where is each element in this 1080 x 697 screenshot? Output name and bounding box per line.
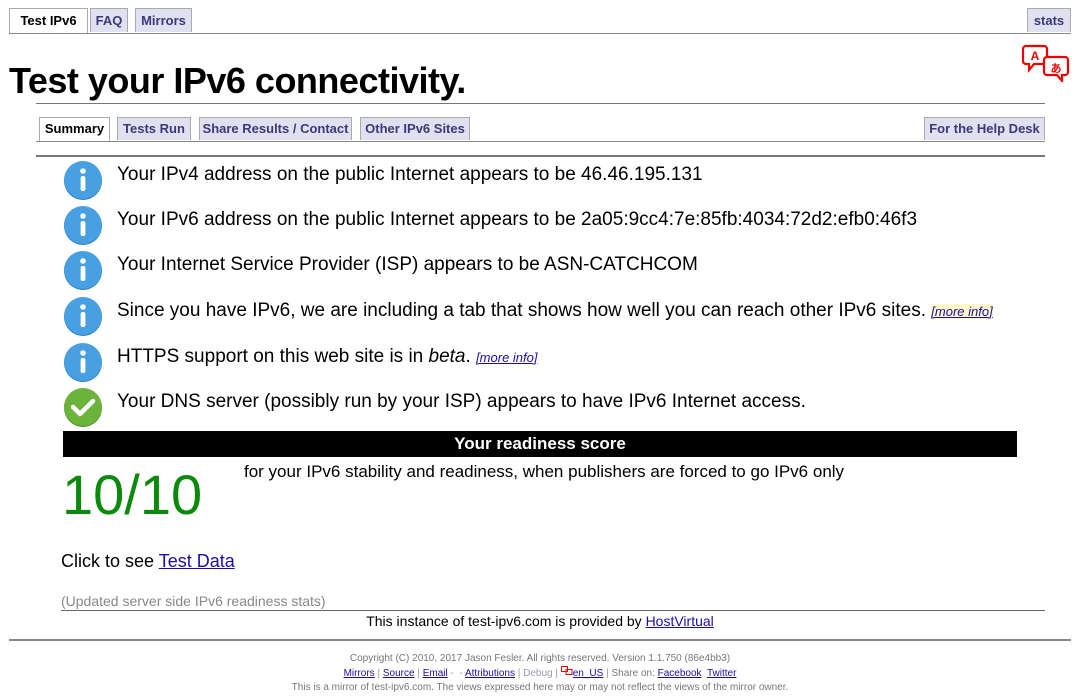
title-divider bbox=[36, 103, 1045, 104]
readiness-header: Your readiness score bbox=[63, 431, 1017, 457]
message-ipv4: Your IPv4 address on the public Internet… bbox=[63, 160, 1063, 200]
divider bbox=[61, 610, 1045, 611]
info-icon bbox=[64, 206, 102, 245]
message-ipv6-tab: Since you have IPv6, we are including a … bbox=[63, 296, 1063, 336]
tab-mirrors[interactable]: Mirrors bbox=[135, 8, 192, 32]
more-info-link[interactable]: [more info] bbox=[931, 304, 993, 319]
readiness-score: 10/10 bbox=[62, 463, 203, 526]
message-text: HTTPS support on this web site is in bet… bbox=[117, 346, 537, 368]
copyright: Copyright (C) 2010, 2017 Jason Fesler. A… bbox=[349, 653, 731, 664]
locale-link[interactable]: en_US bbox=[573, 668, 604, 679]
readiness-description: for your IPv6 stability and readiness, w… bbox=[244, 462, 845, 481]
more-info-link[interactable]: [more info] bbox=[476, 350, 537, 365]
info-icon bbox=[64, 297, 102, 336]
twitter-link[interactable]: Twitter bbox=[707, 668, 736, 679]
message-text: Your IPv6 address on the public Internet… bbox=[117, 209, 918, 230]
hostvirtual-link[interactable]: HostVirtual bbox=[646, 613, 714, 629]
svg-text:A: A bbox=[1031, 49, 1040, 63]
debug-link[interactable]: Debug bbox=[523, 668, 552, 679]
svg-text:あ: あ bbox=[1051, 62, 1062, 75]
info-icon bbox=[64, 343, 102, 382]
share-label: Share on: bbox=[611, 668, 655, 679]
top-navigation: Test IPv6 FAQ Mirrors stats bbox=[9, 8, 1071, 34]
attributions-link[interactable]: Attributions bbox=[465, 668, 515, 679]
separator: | bbox=[552, 668, 561, 679]
tab-summary[interactable]: Summary bbox=[39, 117, 110, 141]
tab-tests-run[interactable]: Tests Run bbox=[117, 117, 191, 140]
separator: | bbox=[514, 668, 524, 679]
updated-stats-note: (Updated server side IPv6 readiness stat… bbox=[61, 593, 326, 609]
message-text: Since you have IPv6, we are including a … bbox=[117, 300, 993, 322]
tab-help-desk[interactable]: For the Help Desk bbox=[924, 117, 1045, 140]
info-icon bbox=[64, 161, 102, 200]
facebook-link[interactable]: Facebook bbox=[658, 668, 702, 679]
footer-divider bbox=[9, 639, 1071, 641]
tab-stats[interactable]: stats bbox=[1027, 8, 1071, 32]
provided-by: This instance of test-ipv6.com is provid… bbox=[0, 613, 1080, 629]
test-data-line: Click to see Test Data bbox=[61, 551, 235, 572]
content-divider bbox=[36, 155, 1045, 157]
tab-test-ipv6[interactable]: Test IPv6 bbox=[9, 8, 88, 33]
test-data-link[interactable]: Test Data bbox=[159, 551, 235, 571]
message-body: Since you have IPv6, we are including a … bbox=[117, 300, 932, 321]
tab-other-ipv6-sites[interactable]: Other IPv6 Sites bbox=[360, 117, 470, 140]
disclaimer: This is a mirror of test-ipv6.com. The v… bbox=[291, 682, 789, 693]
translate-icon bbox=[560, 666, 573, 675]
separator: | bbox=[414, 668, 423, 679]
message-dns: Your DNS server (possibly run by your IS… bbox=[63, 387, 1063, 427]
translate-icon[interactable]: A あ bbox=[1022, 44, 1072, 82]
separator: | bbox=[374, 668, 383, 679]
mirrors-link[interactable]: Mirrors bbox=[344, 668, 375, 679]
footer: Copyright (C) 2010, 2017 Jason Fesler. A… bbox=[0, 652, 1080, 695]
check-icon bbox=[64, 388, 102, 427]
footer-links: Mirrors | Source | Email - - Attribution… bbox=[0, 666, 1080, 681]
message-text: Your Internet Service Provider (ISP) app… bbox=[117, 254, 698, 275]
message-isp: Your Internet Service Provider (ISP) app… bbox=[63, 250, 1063, 290]
message-text: Your IPv4 address on the public Internet… bbox=[117, 164, 703, 185]
test-data-prefix: Click to see bbox=[61, 551, 159, 571]
sub-navigation: Summary Tests Run Share Results / Contac… bbox=[36, 117, 1045, 142]
email-link[interactable]: Email bbox=[423, 668, 448, 679]
page-title: Test your IPv6 connectivity. bbox=[9, 60, 466, 101]
separator: - - bbox=[447, 668, 465, 679]
message-ipv6: Your IPv6 address on the public Internet… bbox=[63, 205, 1063, 245]
info-icon bbox=[64, 251, 102, 290]
tab-share-results[interactable]: Share Results / Contact bbox=[199, 117, 352, 140]
message-body: HTTPS support on this web site is in bbox=[117, 346, 429, 367]
tab-faq[interactable]: FAQ bbox=[90, 8, 128, 32]
message-text: Your DNS server (possibly run by your IS… bbox=[117, 391, 806, 412]
beta-emphasis: beta bbox=[428, 346, 466, 367]
source-link[interactable]: Source bbox=[383, 668, 415, 679]
message-body-end: . bbox=[465, 346, 477, 367]
message-https: HTTPS support on this web site is in bet… bbox=[63, 342, 1063, 382]
provided-by-text: This instance of test-ipv6.com is provid… bbox=[366, 613, 646, 629]
